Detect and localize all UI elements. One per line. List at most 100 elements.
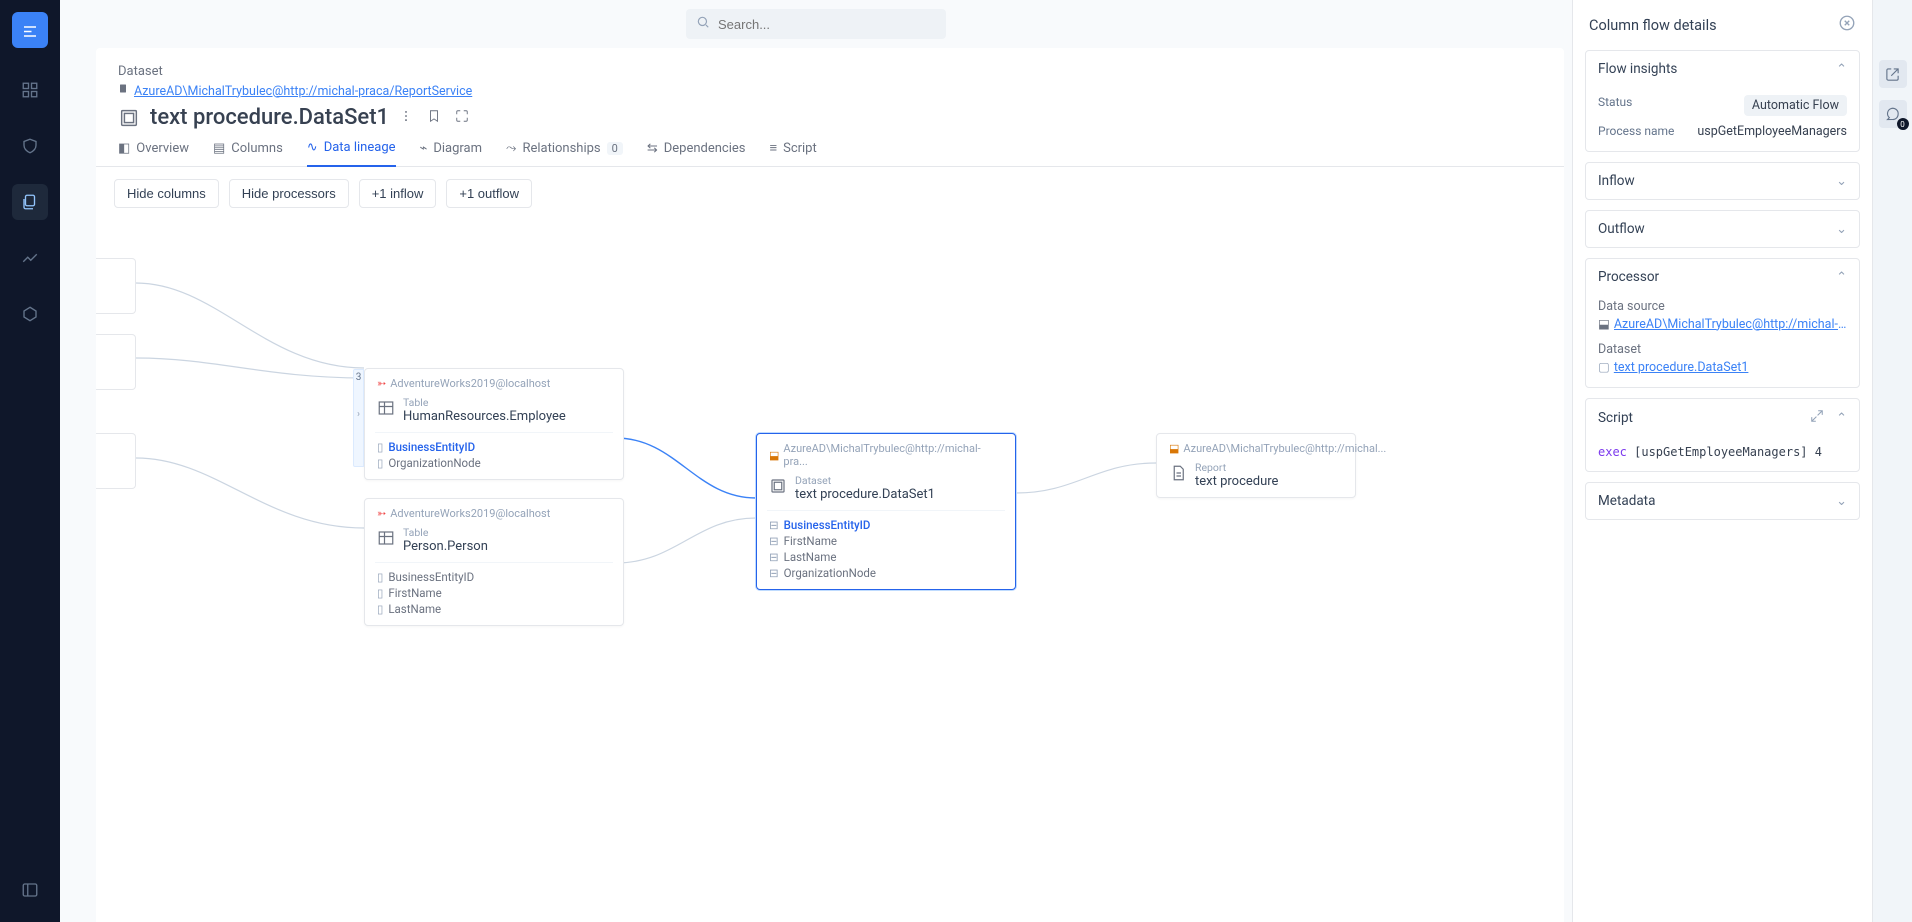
comments-icon[interactable]: 0 [1879, 100, 1907, 128]
focus-icon[interactable] [455, 109, 469, 127]
column-item[interactable]: ⊟LastName [769, 549, 1003, 565]
lineage-node-table-person[interactable]: ➳ AdventureWorks2019@localhost TablePerso… [364, 498, 624, 626]
outflow-button[interactable]: +1 outflow [446, 179, 532, 208]
edge-node-stub[interactable] [96, 334, 136, 390]
section-metadata: Metadata ⌄ [1585, 482, 1860, 520]
chevron-up-icon: ⌃ [1836, 62, 1847, 77]
column-item[interactable]: ▯BusinessEntityID [377, 439, 611, 455]
tab-script[interactable]: ≡Script [770, 140, 817, 166]
status-label: Status [1598, 95, 1632, 109]
breadcrumb-path-link[interactable]: AzureAD\MichalTrybulec@http://michal-pra… [134, 84, 472, 99]
section-script: Script ⌃ exec [uspGetEmployeeManagers] 4 [1585, 398, 1860, 472]
global-search[interactable] [686, 9, 946, 39]
table-icon [377, 399, 395, 417]
datasource-link[interactable]: AzureAD\MichalTrybulec@http://michal-pra… [1614, 317, 1847, 332]
lineage-canvas[interactable]: 3 › ➳ AdventureWorks2019@localhost Table H… [96, 228, 1564, 922]
datasource-label: Data source [1598, 299, 1847, 314]
node-db-label: AdventureWorks2019@localhost [390, 507, 550, 520]
section-header-script[interactable]: Script ⌃ [1586, 399, 1859, 437]
script-icon: ≡ [770, 140, 778, 156]
edge-node-stub[interactable] [96, 433, 136, 489]
hide-columns-button[interactable]: Hide columns [114, 179, 219, 208]
inflow-button[interactable]: +1 inflow [359, 179, 437, 208]
tab-data-lineage[interactable]: ∿Data lineage [307, 140, 396, 167]
column-item[interactable]: ⊟BusinessEntityID [769, 517, 1003, 533]
column-icon: ⊟ [769, 518, 779, 532]
column-item[interactable]: ⊟FirstName [769, 533, 1003, 549]
script-code: exec [uspGetEmployeeManagers] 4 [1598, 437, 1847, 459]
breadcrumb-category: Dataset [118, 64, 1542, 79]
node-name: text procedure [1195, 474, 1278, 489]
tab-columns[interactable]: ▤Columns [213, 140, 283, 166]
tab-relationships[interactable]: ⤳Relationships0 [506, 140, 623, 166]
nav-collapse-icon[interactable] [12, 872, 48, 908]
tab-overview[interactable]: ◧Overview [118, 140, 189, 166]
node-name: Person.Person [403, 539, 488, 554]
tab-dependencies[interactable]: ⇆Dependencies [647, 140, 746, 166]
main-content-area: Dataset AzureAD\MichalTrybulec@http://mi… [60, 48, 1572, 922]
close-icon[interactable] [1838, 14, 1856, 36]
node-badge[interactable]: 3 › [353, 369, 364, 467]
column-item[interactable]: ⊟OrganizationNode [769, 565, 1003, 581]
lineage-node-report[interactable]: ⬓AzureAD\MichalTrybulec@http://michal...… [1156, 433, 1356, 498]
lineage-toolbar: Hide columns Hide processors +1 inflow +… [96, 167, 1564, 220]
datasource-icon: ⬓ [1598, 316, 1610, 332]
dataset-link[interactable]: text procedure.DataSet1 [1614, 360, 1749, 375]
columns-icon: ▤ [213, 141, 225, 156]
connection-icon: ➳ [377, 507, 386, 520]
process-name-label: Process name [1598, 124, 1674, 138]
tab-bar: ◧Overview ▤Columns ∿Data lineage ⌁Diagra… [96, 130, 1564, 167]
section-header-outflow[interactable]: Outflow ⌄ [1586, 211, 1859, 247]
search-input[interactable] [718, 17, 936, 32]
column-item[interactable]: ▯FirstName [377, 585, 611, 601]
section-header-processor[interactable]: Processor ⌃ [1586, 259, 1859, 295]
status-value: Automatic Flow [1744, 95, 1847, 116]
chevron-up-icon: ⌃ [1836, 270, 1847, 285]
dataset-icon [769, 477, 787, 495]
nav-shield-icon[interactable] [12, 128, 48, 164]
report-icon [1169, 464, 1187, 482]
left-navigation-rail [0, 0, 60, 922]
edge-node-stub[interactable] [96, 258, 136, 314]
node-name: HumanResources.Employee [403, 409, 566, 424]
lineage-node-table-employee[interactable]: 3 › ➳AdventureWorks2019@localhost TableH… [364, 368, 624, 480]
table-icon [377, 529, 395, 547]
hide-processors-button[interactable]: Hide processors [229, 179, 349, 208]
section-header-inflow[interactable]: Inflow ⌄ [1586, 163, 1859, 199]
column-icon: ▯ [377, 440, 383, 454]
node-db-label: AzureAD\MichalTrybulec@http://michal... [1183, 442, 1386, 455]
expand-icon[interactable] [1810, 409, 1824, 427]
chevron-down-icon: ⌄ [1836, 222, 1847, 237]
search-icon [696, 15, 710, 33]
dataset-icon [118, 107, 140, 129]
chevron-up-icon: ⌃ [1836, 411, 1847, 426]
bookmark-icon[interactable] [427, 109, 441, 127]
more-menu-icon[interactable] [399, 109, 413, 127]
node-badge-count: 3 [354, 370, 363, 383]
chevron-right-icon: › [354, 409, 363, 420]
tab-diagram[interactable]: ⌁Diagram [420, 140, 483, 166]
nav-settings-icon[interactable] [12, 296, 48, 332]
column-item[interactable]: ▯BusinessEntityID [377, 569, 611, 585]
relationships-count-badge: 0 [607, 142, 623, 155]
column-item[interactable]: ▯OrganizationNode [377, 455, 611, 471]
column-icon: ▯ [377, 586, 383, 600]
app-logo[interactable] [12, 12, 48, 48]
section-inflow: Inflow ⌄ [1585, 162, 1860, 200]
nav-analytics-icon[interactable] [12, 240, 48, 276]
nav-layers-icon[interactable] [12, 184, 48, 220]
node-db-label: AdventureWorks2019@localhost [390, 377, 550, 390]
nav-dashboard-icon[interactable] [12, 72, 48, 108]
section-header-metadata[interactable]: Metadata ⌄ [1586, 483, 1859, 519]
node-type: Table [403, 526, 488, 539]
lineage-node-dataset-selected[interactable]: ⬓AzureAD\MichalTrybulec@http://michal-pr… [756, 433, 1016, 590]
external-link-icon[interactable] [1879, 60, 1907, 88]
datasource-icon: ⬓ [1169, 442, 1179, 455]
section-outflow: Outflow ⌄ [1585, 210, 1860, 248]
node-db-label: AzureAD\MichalTrybulec@http://michal-pra… [783, 442, 1003, 468]
column-icon: ⊟ [769, 566, 779, 580]
column-item[interactable]: ▯LastName [377, 601, 611, 617]
content-card: Dataset AzureAD\MichalTrybulec@http://mi… [96, 48, 1564, 922]
dataset-icon: ▢ [1598, 359, 1610, 375]
section-header-flow-insights[interactable]: Flow insights ⌃ [1586, 51, 1859, 87]
